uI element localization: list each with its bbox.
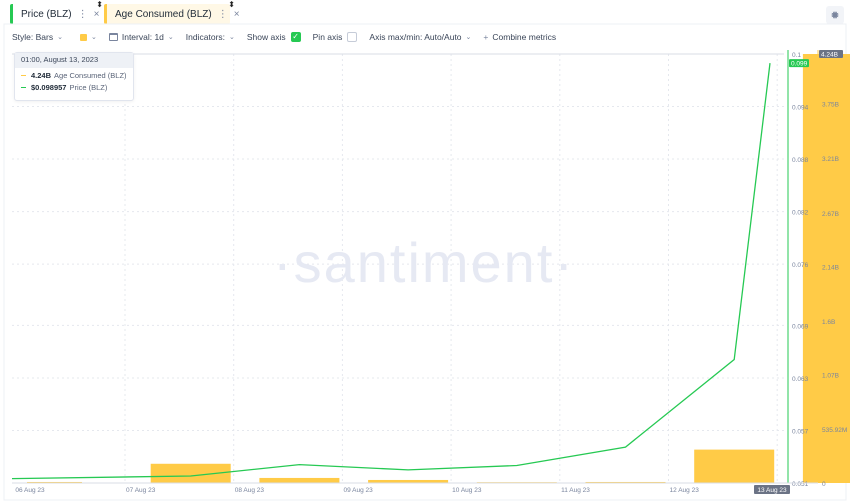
price-axis-tick-label: 0.057	[792, 428, 809, 435]
tooltip-row-age-consumed: 4.24B Age Consumed (BLZ)	[15, 68, 133, 80]
tooltip-series-name: Age Consumed (BLZ)	[54, 71, 127, 80]
tooltip-series-name: Price (BLZ)	[69, 83, 108, 92]
tooltip-value: 4.24B	[31, 71, 52, 80]
chart-tooltip: 01:00, August 13, 2023 4.24B Age Consume…	[14, 52, 134, 101]
x-axis-tick-label: 10 Aug 23	[452, 487, 482, 494]
x-axis-tick-label: 11 Aug 23	[561, 487, 590, 494]
price-axis-tick-label: 0.094	[792, 105, 809, 112]
x-axis-tick-label: 12 Aug 23	[670, 487, 700, 494]
tooltip-value: $0.098957	[31, 83, 67, 92]
price-axis-tick-label: 0.1	[792, 52, 801, 59]
price-axis-tick-label: 0.051	[792, 481, 809, 488]
tooltip-color-mark	[21, 86, 26, 89]
price-axis-highlight-label: 0.099	[791, 61, 808, 68]
age-axis-tick-label: 3.21B	[822, 156, 839, 163]
age-axis-tick-label: 2.14B	[822, 264, 839, 271]
x-axis-highlight-label: 13 Aug 23	[757, 487, 787, 494]
price-axis-tick-label: 0.076	[792, 262, 809, 269]
price-axis-tick-label: 0.088	[792, 157, 809, 164]
x-axis-tick-label: 07 Aug 23	[126, 487, 156, 494]
price-axis-tick-label: 0.069	[792, 323, 809, 330]
age-axis-tick-label: 1.07B	[822, 373, 839, 380]
tooltip-color-mark	[21, 74, 26, 77]
x-axis-tick-label: 09 Aug 23	[343, 487, 373, 494]
age-axis-tick-label: 0	[822, 481, 826, 488]
watermark-text: ·santiment·	[273, 231, 575, 294]
tooltip-date: 01:00, August 13, 2023	[15, 53, 133, 68]
price-axis-tick-label: 0.063	[792, 376, 809, 383]
price-axis-tick-label: 0.082	[792, 210, 809, 217]
x-axis-tick-label: 08 Aug 23	[235, 487, 265, 494]
tooltip-row-price: $0.098957 Price (BLZ)	[15, 80, 133, 92]
age-consumed-bar	[259, 477, 340, 483]
x-axis-tick-label: 06 Aug 23	[15, 487, 45, 494]
age-axis-highlight-label: 4.24B	[821, 52, 838, 59]
age-axis-tick-label: 1.6B	[822, 319, 835, 326]
age-axis-tick-label: 3.75B	[822, 102, 839, 109]
age-consumed-bar	[694, 449, 775, 483]
age-axis-tick-label: 2.67B	[822, 211, 839, 218]
age-axis-tick-label: 535.92M	[822, 427, 847, 434]
